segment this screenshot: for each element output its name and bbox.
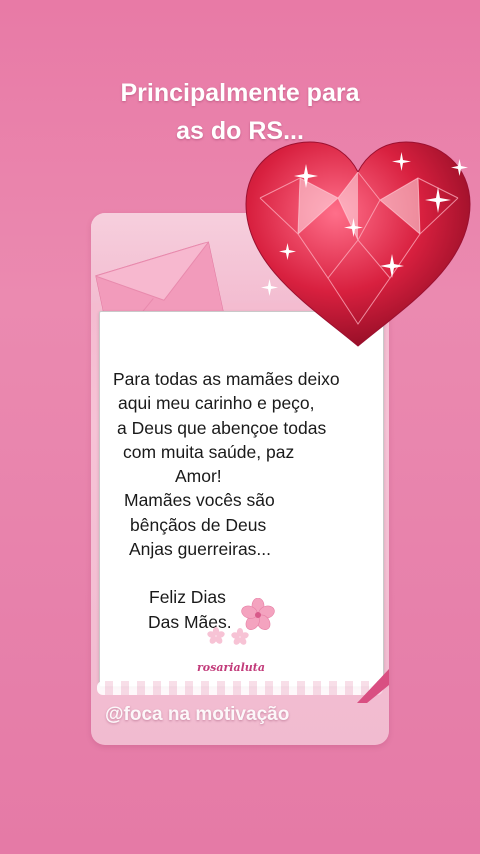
message-line: a Deus que abençoe todas: [117, 417, 327, 438]
message-line: Mamães vocês são: [124, 490, 275, 511]
ribbon-decoration: [357, 669, 389, 703]
message-line: [91, 561, 389, 585]
watermark-handle: @foca na motivação: [105, 704, 290, 725]
caption-line-1: Principalmente para: [120, 79, 360, 107]
message-line: Amor!: [175, 466, 222, 487]
message-line: com muita saúde, paz: [123, 441, 295, 462]
lace-trim: [97, 681, 383, 695]
message-line: Para todas as mamães deixo: [113, 369, 340, 389]
artist-signature: rosarialuta: [197, 661, 265, 674]
card-message: Para todas as mamães deixo aqui meu cari…: [91, 367, 389, 634]
cherry-blossom-icon: [207, 627, 225, 644]
message-line: bênçãos de Deus: [130, 514, 267, 535]
message-line: Anjas guerreiras...: [129, 539, 272, 560]
diamond-heart-icon: [245, 141, 471, 347]
cherry-blossom-icon: [241, 598, 275, 630]
cherry-blossom-icon: [231, 628, 249, 645]
message-line: aqui meu carinho e peço,: [118, 393, 315, 414]
